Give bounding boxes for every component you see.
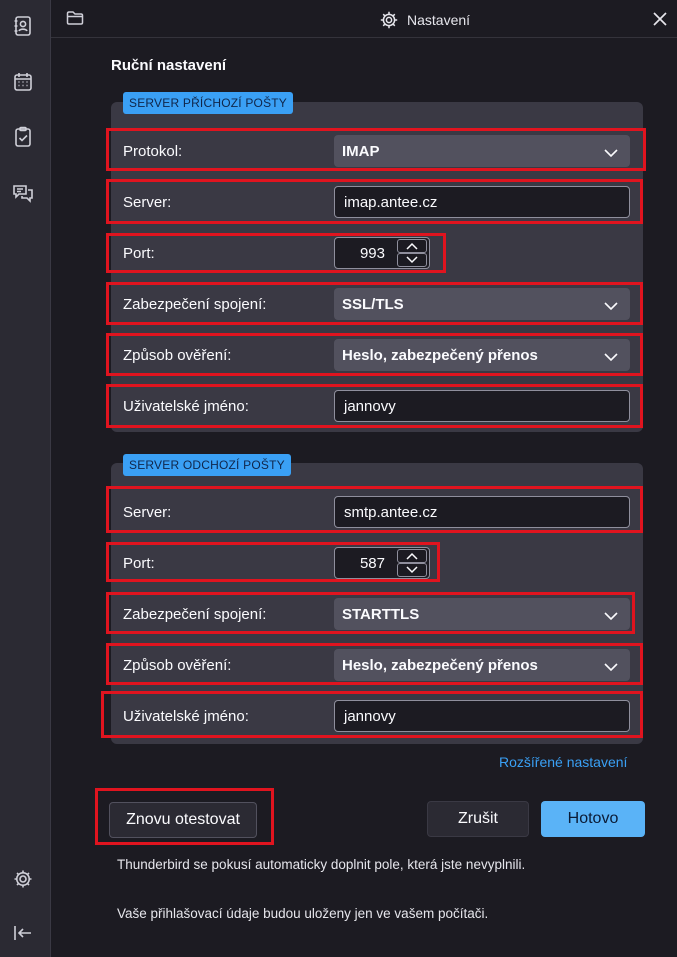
cancel-button[interactable]: Zrušit xyxy=(427,801,529,837)
port-increment-button[interactable] xyxy=(397,549,427,563)
address-book-icon[interactable] xyxy=(8,11,38,41)
outgoing-username-value: jannovy xyxy=(344,707,396,725)
incoming-auth-select[interactable]: Heslo, zabezpečený přenos xyxy=(334,339,630,371)
chevron-down-icon xyxy=(604,608,618,621)
gear-icon xyxy=(380,11,398,29)
incoming-protocol-row: Protokol: IMAP xyxy=(111,134,643,168)
advanced-settings-link[interactable]: Rozšířené nastavení xyxy=(499,754,627,770)
outgoing-auth-value: Heslo, zabezpečený přenos xyxy=(342,656,538,674)
outgoing-server-value: smtp.antee.cz xyxy=(344,503,438,521)
outgoing-auth-select[interactable]: Heslo, zabezpečený přenos xyxy=(334,649,630,681)
incoming-port-row: Port: 993 xyxy=(111,236,643,270)
title-bar: Nastavení xyxy=(51,0,677,38)
collapse-icon[interactable] xyxy=(8,918,38,948)
incoming-security-select[interactable]: SSL/TLS xyxy=(334,288,630,320)
outgoing-port-value: 587 xyxy=(359,555,385,572)
incoming-auth-value: Heslo, zabezpečený přenos xyxy=(342,346,538,364)
incoming-username-row: Uživatelské jméno: jannovy xyxy=(111,389,643,423)
server-label: Server: xyxy=(123,193,172,211)
port-decrement-button[interactable] xyxy=(397,563,427,577)
outgoing-auth-row: Způsob ověření: Heslo, zabezpečený přeno… xyxy=(111,648,643,682)
calendar-icon[interactable] xyxy=(8,67,38,97)
incoming-username-value: jannovy xyxy=(344,397,396,415)
chat-icon[interactable] xyxy=(8,178,38,208)
protocol-value: IMAP xyxy=(342,142,380,160)
chevron-down-icon xyxy=(604,349,618,362)
protocol-select[interactable]: IMAP xyxy=(334,135,630,167)
outgoing-port-row: Port: 587 xyxy=(111,546,643,580)
security-label: Zabezpečení spojení: xyxy=(123,295,267,313)
username-label: Uživatelské jméno: xyxy=(123,397,249,415)
username-label: Uživatelské jméno: xyxy=(123,707,249,725)
incoming-server-legend: SERVER PŘÍCHOZÍ POŠTY xyxy=(123,92,294,114)
retest-button[interactable]: Znovu otestovat xyxy=(109,802,257,838)
protocol-label: Protokol: xyxy=(123,142,183,160)
storage-note: Vaše přihlašovací údaje budou uloženy je… xyxy=(117,906,489,921)
incoming-username-input[interactable]: jannovy xyxy=(334,390,630,422)
port-decrement-button[interactable] xyxy=(397,253,427,267)
chevron-down-icon xyxy=(604,298,618,311)
incoming-auth-row: Způsob ověření: Heslo, zabezpečený přeno… xyxy=(111,338,643,372)
outgoing-server-legend: SERVER ODCHOZÍ POŠTY xyxy=(123,454,291,476)
outgoing-port-input[interactable]: 587 xyxy=(334,547,430,579)
outgoing-server-row: Server: smtp.antee.cz xyxy=(111,495,643,529)
window-title-text: Nastavení xyxy=(407,12,471,28)
manual-config-panel: Ruční nastavení SERVER PŘÍCHOZÍ POŠTY Pr… xyxy=(51,39,677,957)
window-title: Nastavení xyxy=(379,10,470,30)
port-increment-button[interactable] xyxy=(397,239,427,253)
settings-icon[interactable] xyxy=(8,864,38,894)
outgoing-security-value: STARTTLS xyxy=(342,605,420,623)
incoming-port-input[interactable]: 993 xyxy=(334,237,430,269)
chevron-down-icon xyxy=(604,145,618,158)
close-icon[interactable] xyxy=(650,9,670,29)
outgoing-security-select[interactable]: STARTTLS xyxy=(334,598,630,630)
incoming-security-value: SSL/TLS xyxy=(342,295,404,313)
spaces-toolbar xyxy=(0,0,51,957)
incoming-server-input[interactable]: imap.antee.cz xyxy=(334,186,630,218)
port-label: Port: xyxy=(123,554,155,572)
done-button[interactable]: Hotovo xyxy=(541,801,645,837)
port-label: Port: xyxy=(123,244,155,262)
incoming-security-row: Zabezpečení spojení: SSL/TLS xyxy=(111,287,643,321)
folder-icon[interactable] xyxy=(66,10,86,28)
outgoing-server-input[interactable]: smtp.antee.cz xyxy=(334,496,630,528)
auth-label: Způsob ověření: xyxy=(123,656,232,674)
incoming-server-value: imap.antee.cz xyxy=(344,193,438,211)
server-label: Server: xyxy=(123,503,172,521)
outgoing-username-input[interactable]: jannovy xyxy=(334,700,630,732)
app-window: Nastavení Ruční nastavení SERVER PŘÍCHOZ… xyxy=(0,0,677,957)
incoming-port-value: 993 xyxy=(359,245,385,262)
security-label: Zabezpečení spojení: xyxy=(123,605,267,623)
incoming-server-row: Server: imap.antee.cz xyxy=(111,185,643,219)
tasks-icon[interactable] xyxy=(8,122,38,152)
chevron-down-icon xyxy=(604,659,618,672)
section-title: Ruční nastavení xyxy=(111,57,227,74)
outgoing-username-row: Uživatelské jméno: jannovy xyxy=(111,699,643,733)
outgoing-security-row: Zabezpečení spojení: STARTTLS xyxy=(111,597,643,631)
autofill-note: Thunderbird se pokusí automaticky doplni… xyxy=(117,857,526,872)
auth-label: Způsob ověření: xyxy=(123,346,232,364)
